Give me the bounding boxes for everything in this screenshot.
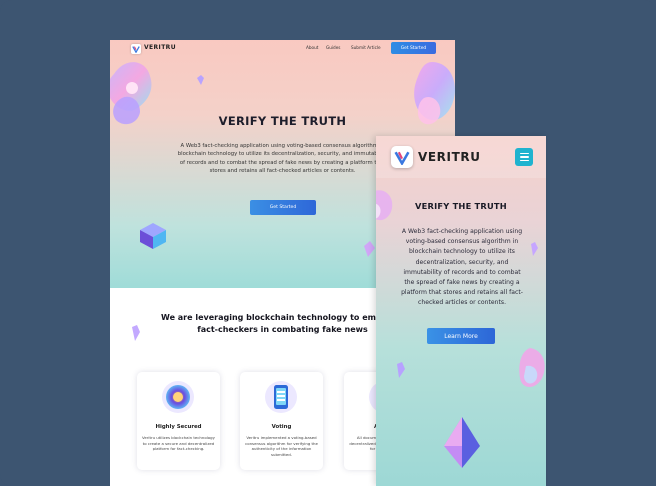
crystal-decoration-icon [397,362,405,378]
mobile-mockup: VERITRU VERIFY THE TRUTH A Web3 fact-che… [376,136,546,486]
hero-get-started-button[interactable]: Get Started [250,200,316,215]
brand-name: VERITRU [144,44,176,51]
veritru-logo-icon [394,151,410,165]
nav-link-submit-article[interactable]: Submit Article [351,45,381,50]
desktop-navbar: VERITRU About Guides Submit Article Get … [110,40,455,57]
card-title: Highly Secured [155,424,202,430]
feature-card-voting: Voting Veritru implemented a voting-base… [240,372,323,470]
feature-card-secured: Highly Secured Veritru utilizes blockcha… [137,372,220,470]
brand-name: VERITRU [418,150,481,164]
learn-more-button[interactable]: Learn More [427,328,495,344]
nav-link-guides[interactable]: Guides [326,45,340,50]
hero-description: A Web3 fact-checking application using v… [401,228,523,307]
crystal-pyramid-decoration-icon [444,417,480,468]
flower-decoration-icon [519,348,545,387]
veritru-logo[interactable] [131,44,141,54]
card-title: Voting [271,424,292,430]
card-text: Veritru utilizes blockchain technology t… [142,435,215,452]
crystal-decoration-icon [364,241,375,257]
hero-title: VERIFY THE TRUTH [218,114,347,128]
phone-voting-icon [265,381,297,413]
crystal-decoration-icon [531,242,538,256]
hero-title: VERIFY THE TRUTH [415,201,507,211]
veritru-logo-icon [132,46,140,53]
veritru-logo[interactable] [391,146,413,168]
crystal-decoration-icon [132,325,140,341]
hamburger-icon[interactable] [515,148,533,166]
nav-link-about[interactable]: About [306,45,318,50]
hero-description: A Web3 fact-checking application using v… [177,143,388,174]
cube-decoration-icon [140,223,166,249]
shield-globe-icon [162,381,194,413]
nav-get-started-button[interactable]: Get Started [391,42,436,54]
mobile-header: VERITRU [376,136,546,178]
crystal-decoration-icon [197,75,204,85]
showcase-frame: VERITRU About Guides Submit Article Get … [0,0,656,486]
card-text: Veritru implemented a voting-based conse… [245,435,318,457]
